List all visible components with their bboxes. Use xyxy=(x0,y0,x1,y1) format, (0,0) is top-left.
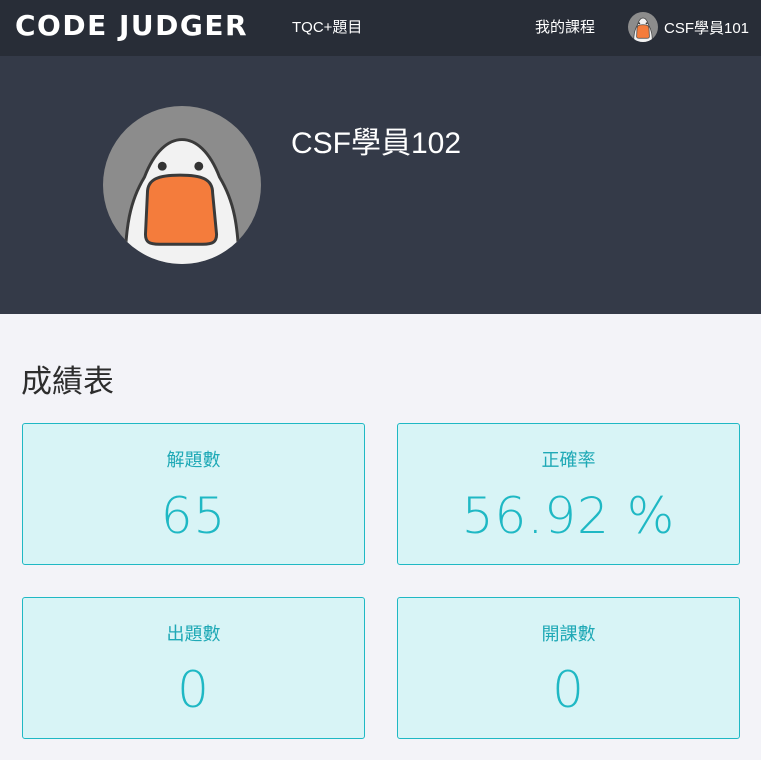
scoreboard-title: 成績表 xyxy=(21,364,114,399)
duck-avatar-icon xyxy=(628,12,658,42)
stat-label: 解題數 xyxy=(166,450,221,470)
stat-card-courses-opened: 開課數 0 xyxy=(397,597,740,739)
stat-label: 出題數 xyxy=(166,624,221,644)
stat-card-accuracy: 正確率 56.92 % xyxy=(397,423,740,565)
stat-card-problems-authored: 出題數 0 xyxy=(22,597,365,739)
stat-value: 65 xyxy=(160,487,227,545)
nav-link-my-courses[interactable]: 我的課程 xyxy=(535,18,595,38)
brand-logo[interactable]: CODE JUDGER xyxy=(15,10,248,42)
profile-banner: CSF學員102 xyxy=(0,56,761,314)
profile-name: CSF學員102 xyxy=(291,127,462,160)
stat-label: 開課數 xyxy=(541,624,596,644)
top-navbar: CODE JUDGER TQC+題目 我的課程 CSF學員101 xyxy=(0,0,761,56)
user-menu[interactable]: CSF學員101 xyxy=(628,11,749,43)
nav-user-name: CSF學員101 xyxy=(664,19,750,37)
stat-value: 0 xyxy=(177,661,210,719)
stat-label: 正確率 xyxy=(541,450,596,470)
stat-card-solved: 解題數 65 xyxy=(22,423,365,565)
stat-value: 0 xyxy=(552,661,585,719)
nav-link-tqc-problems[interactable]: TQC+題目 xyxy=(292,18,362,38)
stat-value: 56.92 % xyxy=(461,487,676,545)
duck-avatar-icon xyxy=(103,106,261,264)
